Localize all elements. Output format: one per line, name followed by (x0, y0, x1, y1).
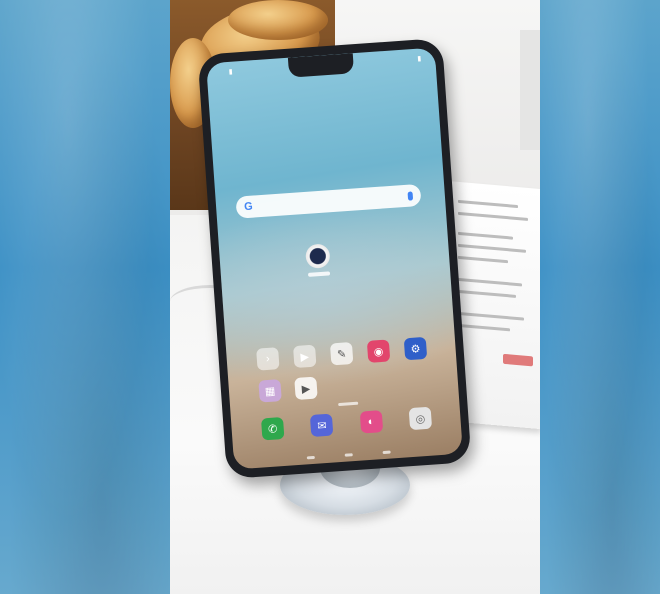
camera-icon[interactable]: ◉ (366, 339, 391, 363)
spec-line (458, 211, 528, 221)
spec-line (458, 323, 510, 332)
pen-icon[interactable]: ✎ (329, 341, 354, 366)
camera-app-icon[interactable]: ◎ (408, 406, 433, 431)
google-search-bar[interactable]: G (235, 183, 422, 219)
spec-line (458, 277, 522, 287)
smartphone: ▮ ▮ G › ▶ ✎ ◉ ⚙ ▦ ▶ ✆ ✉ ◐ ◎ (197, 37, 472, 480)
home-key[interactable] (344, 452, 353, 457)
play-store-icon[interactable]: ▶ (293, 344, 317, 369)
blurred-right-border (540, 0, 660, 594)
spec-line (458, 255, 508, 264)
croissant (228, 0, 328, 40)
page-indicator (338, 401, 359, 407)
spec-line (458, 243, 526, 253)
signal-icon: ▮ (228, 68, 233, 76)
spec-line (458, 311, 524, 321)
recents-key[interactable] (382, 450, 391, 454)
red-price-tag (503, 353, 533, 367)
wall-panel (520, 30, 540, 150)
dock: ✆ ✉ ◐ ◎ (260, 406, 433, 447)
phone-icon[interactable]: ✆ (260, 416, 285, 441)
mic-icon[interactable] (407, 190, 414, 201)
photo-scene: ▮ ▮ G › ▶ ✎ ◉ ⚙ ▦ ▶ ✆ ✉ ◐ ◎ (170, 0, 540, 594)
clock-widget[interactable] (297, 243, 340, 296)
widget-label (307, 271, 331, 277)
spec-line (458, 231, 513, 240)
gallery-icon[interactable]: ▶ (294, 376, 318, 401)
browser-icon[interactable]: ◐ (359, 410, 383, 434)
spec-line (458, 289, 516, 298)
messages-icon[interactable]: ✉ (310, 413, 334, 438)
back-key[interactable] (306, 455, 315, 459)
folder-icon[interactable]: ▦ (258, 379, 282, 403)
spec-line (458, 199, 518, 209)
phone-screen[interactable]: ▮ ▮ G › ▶ ✎ ◉ ⚙ ▦ ▶ ✆ ✉ ◐ ◎ (206, 47, 463, 470)
google-icon: G (243, 200, 254, 214)
blurred-left-border (0, 0, 170, 594)
chevron-icon[interactable]: › (256, 347, 280, 371)
battery-icon: ▮ (417, 55, 422, 63)
settings-icon[interactable]: ⚙ (403, 336, 428, 361)
clock-icon (304, 243, 331, 269)
